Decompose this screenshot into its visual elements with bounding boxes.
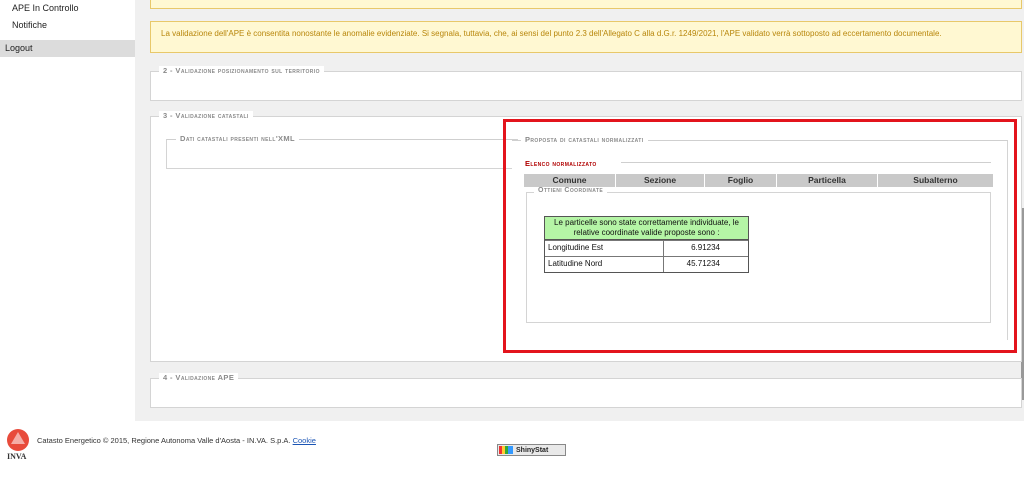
cookie-link[interactable]: Cookie [293,436,316,445]
sidebar-item-ape-in-controllo[interactable]: APE In Controllo [0,0,135,17]
inva-logo-shape [11,432,25,444]
footer-copyright-text: Catasto Energetico © 2015, Regione Auton… [37,436,291,445]
section-4-title: 4 - Validazione APE [159,373,239,382]
inva-logo-text: INVA [7,452,27,461]
section-3-title: 3 - Validazione catastali [159,111,253,120]
sidebar: APE In Controllo Notifiche Logout [0,0,135,58]
validation-alert: La validazione dell'APE è consentita non… [150,21,1022,53]
sidebar-item-notifiche[interactable]: Notifiche [0,17,135,34]
section-2-title: 2 - Validazione posizionamento sul terri… [159,66,324,75]
previous-alert-box [150,0,1022,9]
section-2-fieldset [150,71,1022,101]
xml-cadastral-title: Dati catastali presenti nell'XML [176,134,300,143]
shinystat-bars-icon [499,446,513,454]
logout-button[interactable]: Logout [0,40,135,57]
xml-cadastral-fieldset [166,139,518,169]
footer-copyright: Catasto Energetico © 2015, Regione Auton… [37,436,316,445]
section-4-fieldset [150,378,1022,408]
highlight-box [503,119,1017,353]
